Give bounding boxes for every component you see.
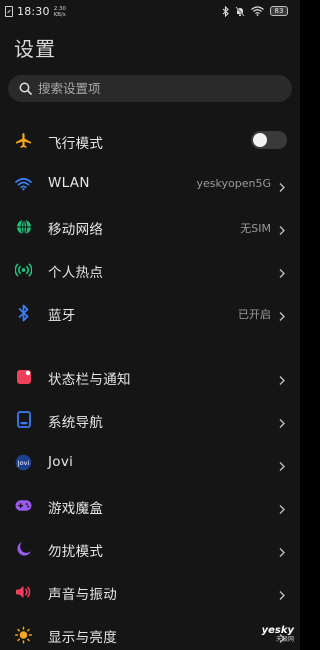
network-speed: 2.30 KB/s — [54, 6, 66, 18]
hotspot-label: 个人热点 — [48, 265, 104, 281]
watermark-main: yesky — [261, 625, 294, 636]
chevron-right-icon — [278, 221, 286, 235]
search-bar[interactable] — [8, 75, 292, 102]
sun-icon — [15, 626, 32, 644]
mute-bell-icon — [235, 5, 245, 17]
chevron-right-icon — [278, 586, 286, 600]
settings-screen: 18:30 2.30 KB/s 83 设置 搜索设置项 飞行模式 WLAN ye… — [0, 0, 300, 650]
navigation-icon — [15, 411, 32, 428]
settings-item-mobile-network[interactable]: 移动网络 无SIM — [0, 206, 300, 246]
chevron-right-icon — [278, 178, 286, 192]
mobile-network-value: 无SIM — [240, 222, 271, 235]
settings-item-display-brightness[interactable]: 显示与亮度 — [0, 614, 300, 650]
moon-icon — [15, 540, 32, 557]
settings-item-jovi[interactable]: Jovi Jovi — [0, 442, 300, 482]
chevron-right-icon — [278, 543, 286, 557]
search-icon — [18, 82, 32, 96]
wlan-value: yeskyopen5G — [196, 177, 271, 190]
bluetooth-value: 已开启 — [238, 308, 271, 321]
settings-item-wlan[interactable]: WLAN yeskyopen5G — [0, 163, 300, 203]
wlan-label: WLAN — [48, 175, 90, 191]
jovi-label: Jovi — [48, 454, 74, 470]
settings-item-airplane-mode[interactable]: 飞行模式 — [0, 120, 300, 160]
toggle-knob — [253, 133, 267, 147]
mobile-network-label: 移动网络 — [48, 222, 104, 238]
status-bar: 18:30 2.30 KB/s 83 — [0, 0, 300, 24]
airplane-icon — [15, 132, 32, 149]
settings-item-sound-vibration[interactable]: 声音与振动 — [0, 571, 300, 611]
settings-item-status-bar-notifications[interactable]: 状态栏与通知 — [0, 356, 300, 396]
airplane-mode-toggle[interactable] — [251, 131, 287, 149]
system-navigation-label: 系统导航 — [48, 415, 104, 431]
status-bar-notifications-label: 状态栏与通知 — [48, 372, 131, 388]
no-sim-icon — [5, 6, 13, 17]
chevron-right-icon — [278, 414, 286, 428]
notification-icon — [15, 368, 32, 385]
status-bar-right: 83 — [222, 5, 288, 17]
chevron-right-icon — [278, 264, 286, 278]
bluetooth-status-icon — [222, 5, 229, 17]
svg-text:Jovi: Jovi — [17, 459, 30, 467]
do-not-disturb-label: 勿扰模式 — [48, 544, 104, 560]
settings-item-do-not-disturb[interactable]: 勿扰模式 — [0, 528, 300, 568]
gamepad-icon — [15, 497, 32, 514]
chevron-right-icon — [278, 457, 286, 471]
speaker-icon — [15, 583, 32, 600]
wifi-status-icon — [251, 6, 264, 16]
settings-item-bluetooth[interactable]: 蓝牙 已开启 — [0, 292, 300, 332]
settings-item-hotspot[interactable]: 个人热点 — [0, 249, 300, 289]
status-bar-left: 18:30 2.30 KB/s — [5, 5, 66, 18]
page-title: 设置 — [14, 37, 56, 61]
bluetooth-icon — [15, 304, 32, 321]
wifi-icon — [15, 175, 32, 192]
chevron-right-icon — [278, 500, 286, 514]
display-brightness-label: 显示与亮度 — [48, 630, 117, 646]
jovi-icon: Jovi — [15, 454, 32, 471]
chevron-right-icon — [278, 307, 286, 321]
search-input[interactable] — [38, 81, 268, 96]
bluetooth-label: 蓝牙 — [48, 308, 76, 324]
hotspot-icon — [15, 261, 32, 278]
watermark-logo: yesky 天极网 — [262, 626, 294, 644]
status-time: 18:30 — [17, 5, 50, 18]
airplane-mode-label: 飞行模式 — [48, 136, 104, 152]
watermark-sub: 天极网 — [275, 636, 294, 643]
chevron-right-icon — [278, 371, 286, 385]
battery-icon: 83 — [270, 6, 288, 16]
settings-item-game-box[interactable]: 游戏魔盒 — [0, 485, 300, 525]
game-box-label: 游戏魔盒 — [48, 501, 104, 517]
sound-vibration-label: 声音与振动 — [48, 587, 117, 603]
globe-icon — [15, 218, 32, 235]
network-speed-unit: KB/s — [53, 11, 66, 18]
settings-item-system-navigation[interactable]: 系统导航 — [0, 399, 300, 439]
